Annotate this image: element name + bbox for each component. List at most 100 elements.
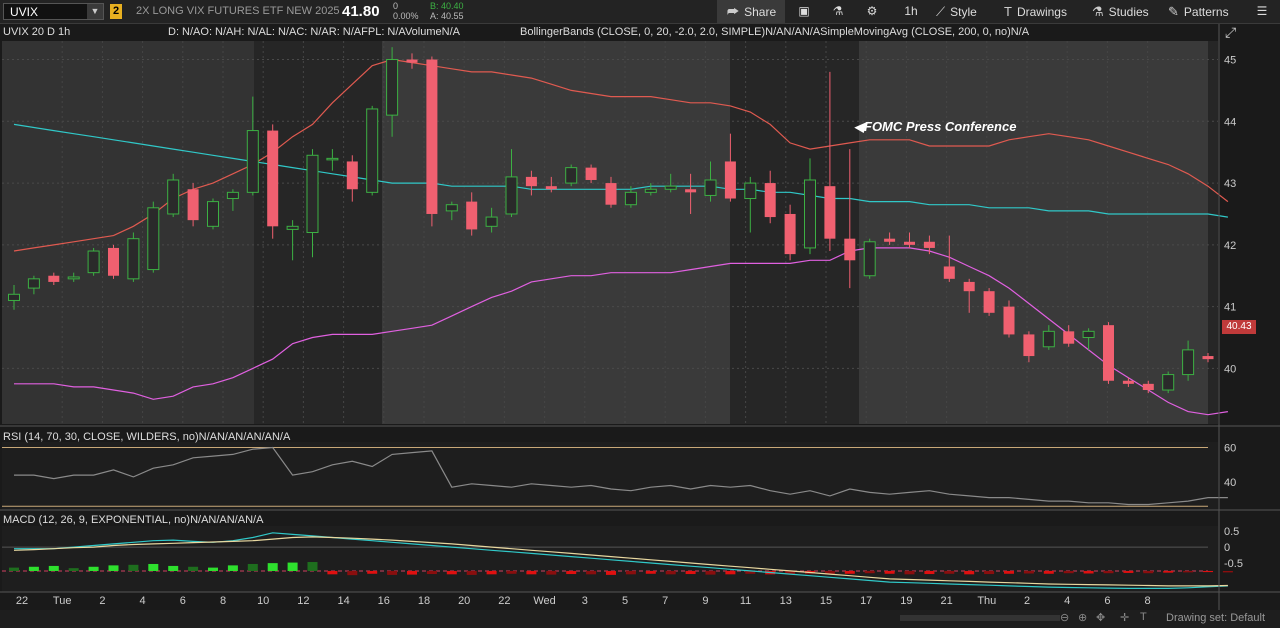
text-icon[interactable]: T <box>1140 611 1147 623</box>
time-axis-label: Wed <box>533 595 555 607</box>
time-axis-label: Tue <box>53 595 72 607</box>
candle-body <box>1142 383 1154 391</box>
time-axis-label: 9 <box>702 595 708 607</box>
macd-axis-label: 0 <box>1224 542 1230 554</box>
candle-body <box>884 238 896 242</box>
fomc-annotation[interactable]: ◀FOMC Press Conference <box>854 119 1016 135</box>
zoom-in-icon[interactable]: ⊕ <box>1078 611 1087 624</box>
macd-histogram-bar <box>48 565 59 571</box>
macd-histogram-bar <box>625 570 636 575</box>
macd-histogram-bar <box>148 563 159 571</box>
candle-body <box>1042 330 1055 348</box>
macd-histogram-bar <box>864 570 875 574</box>
macd-pane-bg <box>2 526 1218 592</box>
candle-body <box>784 213 796 255</box>
session-shade <box>1208 41 1218 424</box>
macd-histogram-bar <box>566 570 577 575</box>
price-axis-label: 45 <box>1224 55 1236 67</box>
candle-body <box>466 201 478 230</box>
macd-histogram-bar <box>506 570 517 574</box>
candle-body <box>246 130 259 193</box>
time-axis-label: 16 <box>378 595 390 607</box>
candle-body <box>207 201 219 227</box>
macd-histogram-bar <box>1143 570 1154 574</box>
candle-body <box>844 238 856 261</box>
macd-histogram-bar <box>1103 570 1114 574</box>
macd-histogram-bar <box>9 567 19 571</box>
candle-body <box>664 185 677 190</box>
candle-body <box>605 183 617 205</box>
macd-histogram-bar <box>68 568 79 571</box>
time-axis-label: 4 <box>140 595 146 607</box>
candle-body <box>87 250 100 274</box>
candle-body <box>326 157 339 161</box>
current-price-tag: 40.43 <box>1222 320 1256 334</box>
candle-body <box>704 179 717 196</box>
candle-body <box>764 183 776 218</box>
candle-body <box>445 204 458 212</box>
candle-body <box>426 59 438 214</box>
macd-histogram-bar <box>964 570 975 575</box>
macd-histogram-bar <box>1043 570 1054 574</box>
macd-histogram-bar <box>924 570 935 575</box>
bottom-bar: ⊖ ⊕ ✥ ✛ T Drawing set: Default <box>0 610 1280 628</box>
macd-histogram-bar <box>884 570 895 574</box>
candle-body <box>485 216 498 227</box>
study-legend: BollingerBands (CLOSE, 0, 20, -2.0, 2.0,… <box>520 26 1030 38</box>
rsi-legend: RSI (14, 70, 30, CLOSE, WILDERS, no)N/AN… <box>3 431 291 443</box>
macd-histogram-bar <box>725 570 736 575</box>
time-axis-label: 22 <box>498 595 510 607</box>
price-axis-label: 40 <box>1224 363 1236 375</box>
macd-histogram-bar <box>108 565 119 571</box>
macd-histogram-bar <box>407 570 417 575</box>
time-axis-label: 12 <box>297 595 309 607</box>
pan-icon[interactable]: ✥ <box>1096 611 1105 624</box>
time-axis-label: 13 <box>780 595 792 607</box>
macd-histogram-bar <box>1004 570 1014 574</box>
zoom-out-icon[interactable]: ⊖ <box>1060 611 1069 624</box>
candle-body <box>306 154 319 233</box>
candle-body <box>286 225 299 230</box>
candle-body <box>565 167 578 184</box>
macd-histogram-bar <box>1183 570 1194 573</box>
time-axis-label: 3 <box>582 595 588 607</box>
macd-histogram-bar <box>387 570 398 575</box>
candle-body <box>585 167 597 180</box>
macd-histogram-bar <box>1163 570 1174 573</box>
macd-histogram-bar <box>347 570 358 576</box>
candle-body <box>624 191 637 206</box>
candle-body <box>724 161 736 199</box>
candle-body <box>8 293 20 301</box>
candle-body <box>147 207 160 271</box>
expand-icon[interactable]: ⤢ <box>1225 24 1236 41</box>
macd-histogram-bar <box>128 564 139 571</box>
candle-body <box>127 238 140 280</box>
candle-body <box>346 161 358 190</box>
candle-body <box>744 182 757 200</box>
candle-body <box>406 59 418 63</box>
time-axis-label: 6 <box>180 595 186 607</box>
candle-body <box>1003 306 1015 335</box>
crosshair-icon[interactable]: ✛ <box>1120 611 1129 624</box>
candle-body <box>863 241 876 277</box>
time-axis-label: 2 <box>99 595 105 607</box>
candle-body <box>1063 331 1075 344</box>
macd-histogram-bar <box>1023 570 1034 574</box>
macd-histogram-bar <box>586 570 597 575</box>
main-legend-title: UVIX 20 D 1h <box>3 26 71 38</box>
candle-body <box>267 130 279 227</box>
session-shade <box>2 41 254 424</box>
time-axis-label: 8 <box>220 595 226 607</box>
price-chart[interactable]: 6040 0.50-0.5 45444342414022 Tue 2 4 6 8 10 12 1… <box>0 0 1280 628</box>
candle-body <box>923 241 935 248</box>
candle-body <box>108 247 119 276</box>
macd-histogram-bar <box>1063 570 1074 574</box>
horizontal-scrollbar[interactable] <box>900 615 1060 621</box>
time-axis-label: 10 <box>257 595 269 607</box>
candle-body <box>804 179 816 249</box>
candle-body <box>1122 380 1134 384</box>
candle-body <box>386 59 399 116</box>
candle-body <box>1182 349 1195 376</box>
candle-body <box>366 108 379 193</box>
candle-body <box>963 281 975 292</box>
